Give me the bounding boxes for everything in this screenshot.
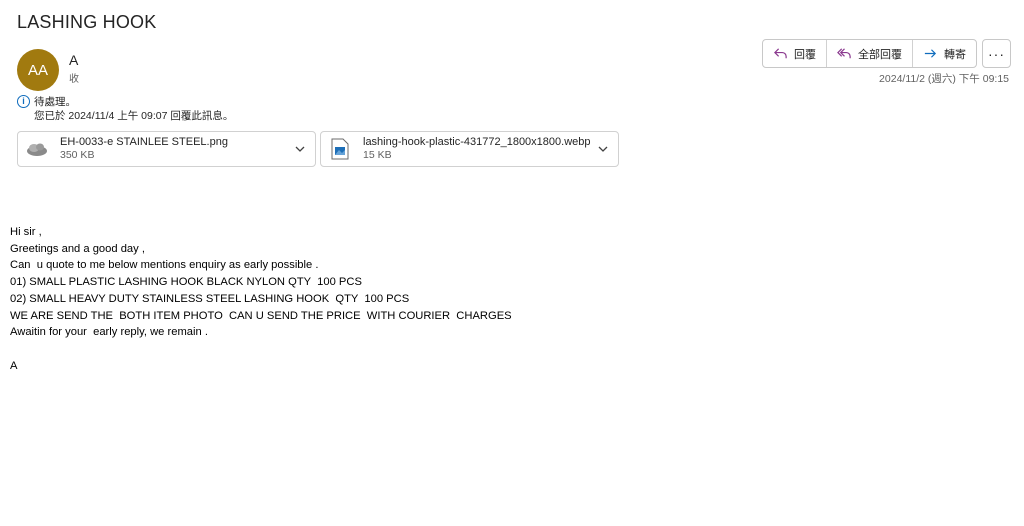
message-actions: 回覆 全部回覆 轉寄 bbox=[762, 39, 977, 68]
body-line bbox=[10, 341, 512, 358]
body-line: 02) SMALL HEAVY DUTY STAINLESS STEEL LAS… bbox=[10, 292, 410, 305]
image-file-icon bbox=[329, 138, 351, 160]
forward-icon bbox=[924, 49, 937, 58]
info-replied: 您已於 2024/11/4 上午 09:07 回覆此訊息。 bbox=[34, 110, 234, 122]
reply-all-icon bbox=[837, 48, 851, 59]
attachment-card[interactable]: EH-0033-e STAINLEE STEEL.png 350 KB bbox=[17, 131, 316, 167]
attachment-name: EH-0033-e STAINLEE STEEL.png bbox=[60, 136, 228, 148]
attachment-name: lashing-hook-plastic-431772_1800x1800.we… bbox=[363, 136, 591, 148]
attachment-card[interactable]: lashing-hook-plastic-431772_1800x1800.we… bbox=[320, 131, 619, 167]
more-actions-button[interactable]: ··· bbox=[982, 39, 1011, 68]
reply-button[interactable]: 回覆 bbox=[763, 40, 827, 67]
attachment-size: 350 KB bbox=[60, 149, 95, 161]
body-line: 01) SMALL PLASTIC LASHING HOOK BLACK NYL… bbox=[10, 276, 362, 289]
info-status: 待處理。 bbox=[34, 96, 76, 108]
reply-all-label: 全部回覆 bbox=[858, 48, 902, 61]
sender-name[interactable]: A bbox=[69, 52, 78, 68]
info-icon: i bbox=[17, 95, 30, 108]
reply-icon bbox=[774, 48, 787, 59]
email-subject: LASHING HOOK bbox=[17, 12, 157, 32]
recipient-label[interactable]: 收 bbox=[69, 70, 79, 85]
body-line: Hi sir , bbox=[10, 226, 42, 238]
body-line: Greetings and a good day , bbox=[10, 242, 145, 255]
attachment-size: 15 KB bbox=[363, 149, 392, 161]
reply-all-button[interactable]: 全部回覆 bbox=[827, 40, 913, 67]
message-date: 2024/11/2 (週六) 下午 09:15 bbox=[879, 73, 1009, 85]
forward-label: 轉寄 bbox=[944, 48, 966, 61]
body-line: Awaitin for your early reply, we remain … bbox=[10, 326, 208, 339]
message-body: Hi sir , Greetings and a good day , Can … bbox=[10, 224, 512, 374]
forward-button[interactable]: 轉寄 bbox=[913, 40, 976, 67]
reply-label: 回覆 bbox=[794, 48, 816, 61]
body-signature: A bbox=[10, 359, 18, 372]
chevron-down-icon[interactable] bbox=[594, 146, 612, 153]
info-notice: i 待處理。 您已於 2024/11/4 上午 09:07 回覆此訊息。 bbox=[17, 95, 233, 123]
body-line: WE ARE SEND THE BOTH ITEM PHOTO CAN U SE… bbox=[10, 309, 512, 322]
image-file-icon bbox=[26, 138, 48, 160]
chevron-down-icon[interactable] bbox=[291, 146, 309, 153]
avatar[interactable]: AA bbox=[17, 49, 59, 91]
body-line: Can u quote to me below mentions enquiry… bbox=[10, 259, 319, 272]
